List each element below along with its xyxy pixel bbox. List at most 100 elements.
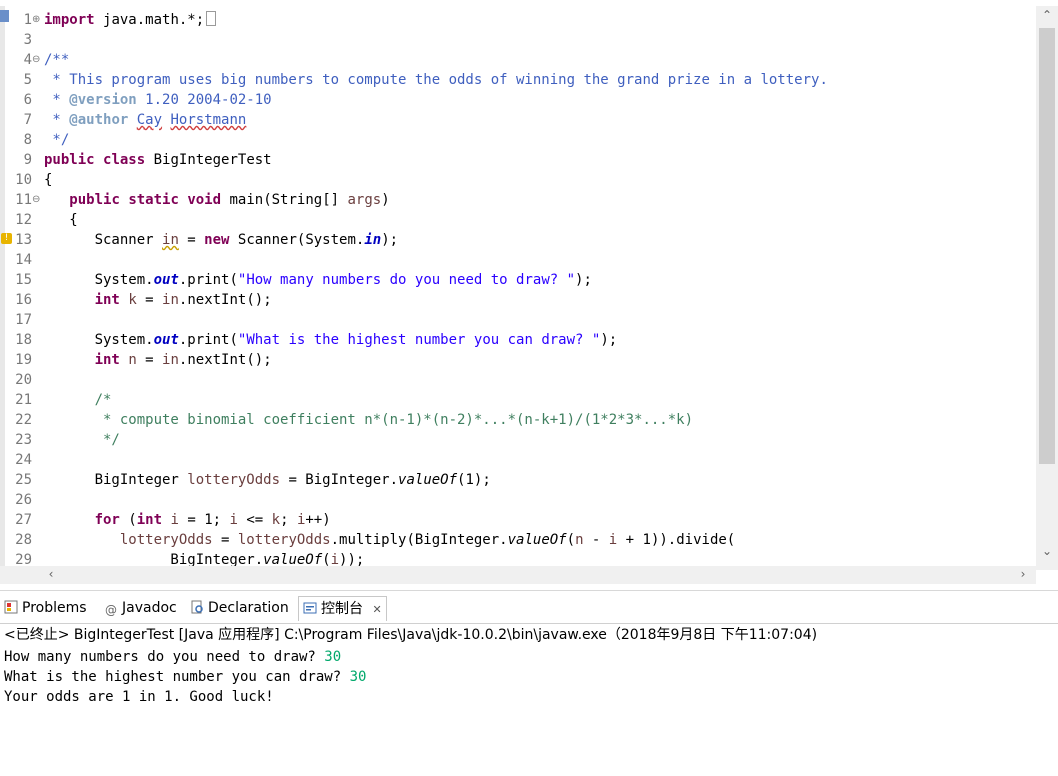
- line-number: 8: [23, 132, 32, 148]
- code-token: .nextInt();: [178, 292, 272, 308]
- code-line[interactable]: 10 {: [0, 170, 1036, 190]
- code-token: class: [103, 152, 146, 168]
- code-token: System.: [44, 272, 154, 288]
- horizontal-scrollbar[interactable]: ‹ ›: [0, 566, 1036, 584]
- line-number: 23: [15, 432, 32, 448]
- code-token: for: [94, 512, 120, 528]
- line-number: 20: [15, 372, 32, 388]
- code-line[interactable]: 24: [0, 450, 1036, 470]
- tab-problems[interactable]: Problems: [4, 596, 87, 620]
- code-line[interactable]: 19 int n = in.nextInt();: [0, 350, 1036, 370]
- code-line[interactable]: 17: [0, 310, 1036, 330]
- code-line[interactable]: 3: [0, 30, 1036, 50]
- code-token: =: [178, 232, 205, 248]
- code-line[interactable]: 18 System.out.print("What is the highest…: [0, 330, 1036, 350]
- code-line[interactable]: 7 * @author Cay Horstmann: [0, 110, 1036, 130]
- code-line[interactable]: 11 ⊖ public static void main(String[] arg…: [0, 190, 1036, 210]
- code-line[interactable]: 14: [0, 250, 1036, 270]
- scroll-right-icon[interactable]: ›: [1014, 567, 1032, 581]
- line-number: 28: [15, 532, 32, 548]
- code-token: BigInteger: [44, 472, 188, 488]
- code-token: =: [212, 532, 238, 548]
- code-line[interactable]: 5 * This program uses big numbers to com…: [0, 70, 1036, 90]
- code-token: (1);: [457, 472, 491, 488]
- code-text: {: [44, 170, 52, 190]
- code-line[interactable]: 12 {: [0, 210, 1036, 230]
- code-token: new: [204, 232, 230, 248]
- code-token: n: [575, 532, 584, 548]
- scroll-down-icon[interactable]: ⌄: [1036, 544, 1058, 558]
- code-line[interactable]: 22 * compute binomial coefficient n*(n-1…: [0, 410, 1036, 430]
- code-token: ++): [305, 512, 331, 528]
- fold-collapse-icon[interactable]: ⊖: [32, 194, 42, 206]
- code-line[interactable]: 13! Scanner in = new Scanner(System.in);: [0, 230, 1036, 250]
- code-token: i: [170, 512, 179, 528]
- code-text: BigInteger lotteryOdds = BigInteger.valu…: [44, 470, 491, 490]
- warning-icon[interactable]: !: [1, 233, 12, 244]
- code-line[interactable]: 4 ⊖/**: [0, 50, 1036, 70]
- code-area[interactable]: 1 ⊕ import java.math.*; 3 4 ⊖/** 5 * This prog…: [0, 6, 1036, 570]
- code-text: * compute binomial coefficient n*(n-1)*(…: [44, 410, 693, 430]
- code-text: * @version 1.20 2004-02-10: [44, 90, 271, 110]
- code-line[interactable]: 25 BigInteger lotteryOdds = BigInteger.v…: [0, 470, 1036, 490]
- close-icon[interactable]: ✕: [372, 603, 381, 616]
- views-tab-bar: Problems @ Javadoc Declaration 控制台 ✕: [0, 591, 1058, 624]
- console-user-input: 30: [349, 669, 367, 685]
- code-token: int: [94, 352, 120, 368]
- fold-collapse-icon[interactable]: ⊖: [32, 54, 42, 66]
- code-line[interactable]: 6 * @version 1.20 2004-02-10: [0, 90, 1036, 110]
- fold-expand-icon[interactable]: ⊕: [32, 14, 42, 26]
- code-token: "How many numbers do you need to draw? ": [237, 272, 576, 288]
- tab-javadoc[interactable]: @ Javadoc: [104, 596, 177, 620]
- code-line[interactable]: 15 System.out.print("How many numbers do…: [0, 270, 1036, 290]
- line-number: 12: [15, 212, 32, 228]
- code-text: {: [44, 210, 78, 230]
- code-text: System.out.print("How many numbers do yo…: [44, 270, 592, 290]
- code-token: public: [44, 152, 95, 168]
- scroll-left-icon[interactable]: ‹: [42, 567, 60, 581]
- collapsed-imports-icon[interactable]: [206, 11, 217, 26]
- code-token: =: [136, 292, 163, 308]
- code-line[interactable]: 16 int k = in.nextInt();: [0, 290, 1036, 310]
- code-line[interactable]: 1 ⊕ import java.math.*;: [0, 10, 1036, 30]
- javadoc-icon: @: [105, 603, 117, 617]
- code-line[interactable]: 28 lotteryOdds = lotteryOdds.multiply(Bi…: [0, 530, 1036, 550]
- code-line[interactable]: 9 public class BigIntegerTest: [0, 150, 1036, 170]
- code-token: @author: [69, 112, 129, 128]
- code-token: * compute binomial coefficient n*(n-1)*(…: [44, 412, 694, 428]
- code-token: );: [381, 232, 399, 248]
- tab-console[interactable]: 控制台 ✕: [298, 596, 387, 621]
- code-text: * @author Cay Horstmann: [44, 110, 246, 130]
- code-token: lotteryOdds: [119, 532, 213, 548]
- code-token: = 1;: [178, 512, 230, 528]
- vertical-scrollbar[interactable]: ⌃ ⌄: [1036, 6, 1058, 570]
- code-token: import: [44, 12, 95, 28]
- code-token: int: [94, 292, 120, 308]
- scroll-up-icon[interactable]: ⌃: [1036, 8, 1058, 22]
- line-number: 10: [15, 172, 32, 188]
- line-number: 21: [15, 392, 32, 408]
- code-text: */: [44, 430, 120, 450]
- code-token: k: [128, 292, 137, 308]
- line-number: 7: [23, 112, 32, 128]
- vertical-scroll-thumb[interactable]: [1039, 28, 1055, 464]
- console-status-line: <已终止> BigIntegerTest [Java 应用程序] C:\Prog…: [4, 627, 818, 643]
- code-token: .nextInt();: [178, 352, 272, 368]
- code-line[interactable]: 8 */: [0, 130, 1036, 150]
- code-token: k: [271, 512, 281, 528]
- code-token: <=: [237, 512, 272, 528]
- code-line[interactable]: 23 */: [0, 430, 1036, 450]
- code-token: ): [381, 192, 390, 208]
- code-token: {: [44, 212, 78, 228]
- code-token: in: [162, 232, 179, 248]
- code-line[interactable]: 27 for (int i = 1; i <= k; i++): [0, 510, 1036, 530]
- code-token: */: [44, 432, 120, 448]
- tab-declaration[interactable]: Declaration: [190, 596, 289, 620]
- code-line[interactable]: 20: [0, 370, 1036, 390]
- code-token: .print(: [178, 332, 238, 348]
- code-editor[interactable]: 1 ⊕ import java.math.*; 3 4 ⊖/** 5 * This prog…: [0, 0, 1058, 591]
- code-line[interactable]: 26: [0, 490, 1036, 510]
- code-line[interactable]: 21 /*: [0, 390, 1036, 410]
